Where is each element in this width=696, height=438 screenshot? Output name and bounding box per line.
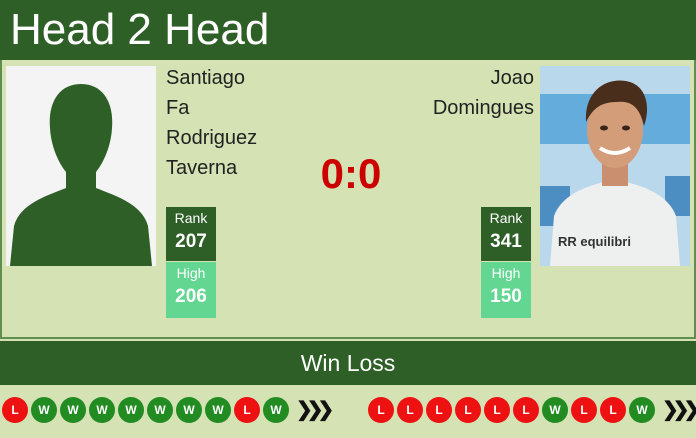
player-right-form-result-loss[interactable]: L	[484, 397, 510, 423]
player-left-form-result-win[interactable]: W	[263, 397, 289, 423]
player-left-high: High 206	[166, 262, 216, 318]
player-left-form-result-win[interactable]: W	[147, 397, 173, 423]
player-right-form-result-win[interactable]: W	[629, 397, 655, 423]
player-right-form-result-loss[interactable]: L	[513, 397, 539, 423]
player-right-name-line: Domingues	[432, 97, 534, 119]
high-value: 150	[490, 286, 522, 307]
player-right-form-result-loss[interactable]: L	[368, 397, 394, 423]
silhouette-icon	[6, 66, 156, 266]
player-left-form-result-win[interactable]: W	[205, 397, 231, 423]
player-right-form-result-loss[interactable]: L	[397, 397, 423, 423]
page-title: Head 2 Head	[10, 5, 270, 54]
svg-text:RR equilibri: RR equilibri	[558, 234, 631, 249]
player-left-name-line: Rodriguez	[166, 127, 258, 149]
h2h-score: 0:0	[320, 150, 382, 197]
high-label: High	[176, 265, 206, 281]
player-left-form-result-win[interactable]: W	[89, 397, 115, 423]
winloss-title: Win Loss	[300, 350, 396, 376]
high-value: 206	[175, 286, 207, 307]
player-right-form-result-loss[interactable]: L	[571, 397, 597, 423]
player-right-name[interactable]: Joao Domingues	[433, 63, 534, 123]
player-left-form-result-win[interactable]: W	[118, 397, 144, 423]
rank-label: Rank	[489, 210, 523, 226]
player-left-form-result-win[interactable]: W	[60, 397, 86, 423]
player-right-form-result-win[interactable]: W	[542, 397, 568, 423]
player-left-form-result-loss[interactable]: L	[2, 397, 28, 423]
player-right-form-result-loss[interactable]: L	[600, 397, 626, 423]
player-right-high: High 150	[481, 262, 531, 318]
player-left-name-line: Fa	[166, 97, 190, 119]
player-left-form-result-win[interactable]: W	[31, 397, 57, 423]
player-right-name-line: Joao	[490, 67, 534, 89]
chevron-triple-right-icon[interactable]: ❯❯❯	[296, 397, 334, 423]
player-left-form-result-win[interactable]: W	[176, 397, 202, 423]
player-right-form-result-loss[interactable]: L	[455, 397, 481, 423]
player-left-form-result-loss[interactable]: L	[234, 397, 260, 423]
player-right-form-result-loss[interactable]: L	[426, 397, 452, 423]
rank-label: Rank	[174, 210, 208, 226]
player-left-name-line: Santiago	[166, 67, 245, 89]
high-label: High	[491, 265, 521, 281]
chevron-triple-right-icon[interactable]: ❯❯❯	[662, 397, 696, 423]
player-right-photo: RR equilibri	[540, 66, 690, 266]
rank-value: 341	[490, 231, 522, 252]
player-left-photo	[6, 66, 156, 266]
player-right-rank: Rank 341	[481, 207, 531, 261]
player-left-name-line: Taverna	[166, 157, 238, 179]
player-left-rank: Rank 207	[166, 207, 216, 261]
rank-value: 207	[175, 231, 207, 252]
player-photo-image: RR equilibri	[540, 66, 690, 266]
player-left-name[interactable]: Santiago Fa Rodriguez Taverna	[166, 63, 257, 183]
